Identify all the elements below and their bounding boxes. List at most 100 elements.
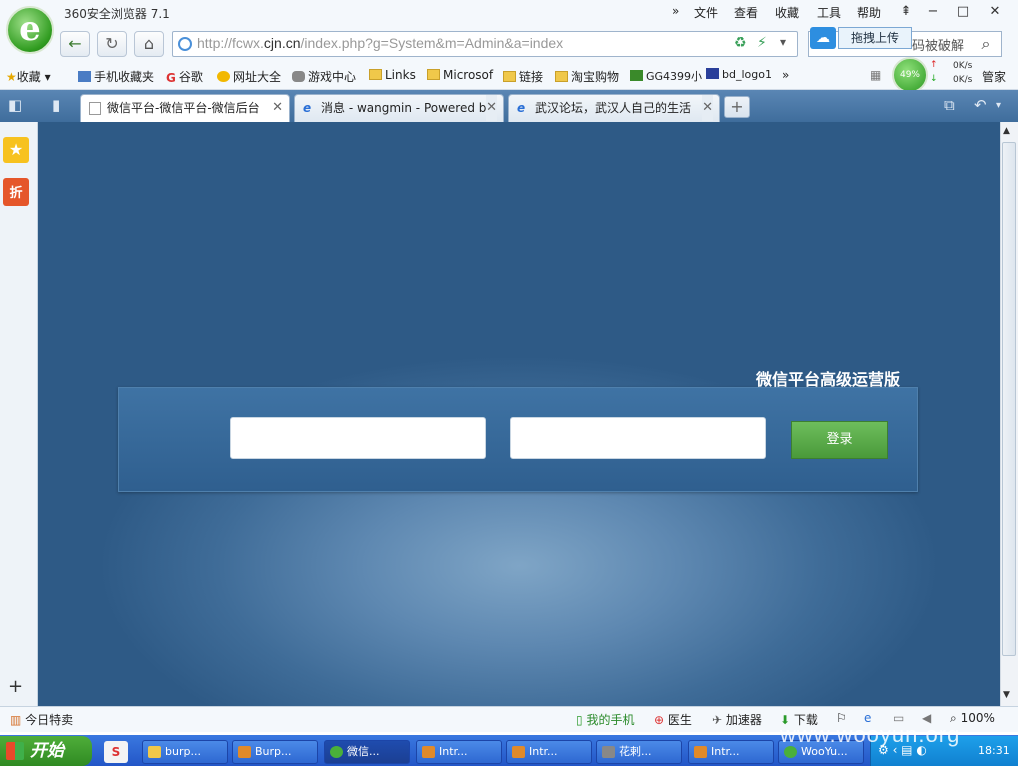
drag-upload-button[interactable]: 拖拽上传 — [838, 27, 912, 49]
bookmark-links[interactable]: Links — [369, 68, 416, 82]
phone-icon — [78, 71, 91, 82]
lightning-icon[interactable]: ⚡ — [757, 35, 767, 51]
back-button[interactable]: ← — [60, 31, 90, 57]
home-button[interactable]: ⌂ — [134, 31, 164, 57]
speed-ball[interactable]: 49% — [892, 57, 928, 93]
bookmark-microsoft[interactable]: Microsof — [427, 68, 493, 82]
gift-icon: ▥ — [10, 713, 22, 727]
folder-icon — [555, 71, 568, 82]
gamepad-icon — [292, 71, 305, 82]
folder-icon — [148, 746, 161, 758]
burp-icon — [238, 746, 251, 758]
bookmark-links-cn[interactable]: 链接 — [503, 68, 543, 85]
quicklaunch-icon[interactable]: S — [104, 741, 128, 763]
restore-tab-icon[interactable]: ⧉ — [944, 96, 955, 114]
search-icon[interactable]: ⌕ — [972, 32, 1000, 56]
scroll-down-icon[interactable]: ▼ — [1003, 690, 1010, 700]
taskbar-item[interactable]: Intr... — [506, 740, 592, 764]
my-phone[interactable]: ▯ 我的手机 — [576, 711, 634, 728]
site-icon — [178, 37, 192, 51]
upload-speed: 0K/s — [953, 61, 973, 71]
taskbar-item[interactable]: Intr... — [688, 740, 774, 764]
daily-deals[interactable]: ▥ 今日特卖 — [10, 711, 73, 728]
intruder-icon — [422, 746, 435, 758]
bookmark-4399[interactable]: GG4399小 — [630, 68, 702, 84]
google-icon: G — [166, 71, 176, 85]
bookmark-taobao[interactable]: 淘宝购物 — [555, 68, 619, 85]
minimize-button[interactable]: − — [922, 2, 944, 22]
folder-icon — [369, 69, 382, 80]
sale-icon[interactable]: 折 — [3, 178, 29, 206]
menu-view[interactable]: 查看 — [734, 4, 758, 21]
menu-help[interactable]: 帮助 — [857, 4, 881, 21]
tab-wuhan-forum[interactable]: e 武汉论坛，武汉人自己的生活 ✕ — [508, 94, 720, 122]
taskbar-item[interactable]: burp... — [142, 740, 228, 764]
clock: 18:31 — [978, 744, 1010, 757]
menu-more-icon[interactable]: » — [672, 4, 679, 18]
download-speed: 0K/s — [953, 75, 973, 85]
sidebar-toggle-icon[interactable]: ◧ — [8, 96, 22, 114]
phone-icon: ▯ — [576, 713, 583, 727]
taskbar-item[interactable]: Burp... — [232, 740, 318, 764]
bookmark-sites[interactable]: 网址大全 — [217, 68, 281, 85]
apps-grid-icon[interactable]: ▦ — [870, 68, 881, 82]
search-hint: 码被破解 — [912, 39, 965, 54]
add-sidebar-button[interactable]: + — [8, 676, 23, 697]
undo-close-icon[interactable]: ↶ — [974, 96, 987, 114]
bookmark-mobile[interactable]: 手机收藏夹 — [78, 68, 154, 85]
favorites-menu[interactable]: ★收藏 ▾ — [6, 68, 51, 85]
bookmark-bd-logo[interactable]: bd_logo1 — [706, 68, 772, 81]
tab-messages[interactable]: e 消息 - wangmin - Powered by ✕ — [294, 94, 504, 122]
url-dropdown-icon[interactable]: ▾ — [780, 35, 786, 49]
url-text[interactable]: http://fcwx.cjn.cn/index.php?g=System&m=… — [197, 35, 563, 51]
username-input[interactable] — [230, 417, 486, 459]
taskbar-item[interactable]: 微信... — [324, 740, 410, 764]
bookmark-games[interactable]: 游戏中心 — [292, 68, 356, 85]
tab-close-icon[interactable]: ✕ — [702, 95, 713, 121]
menu-file[interactable]: 文件 — [694, 4, 718, 21]
folder-icon — [427, 69, 440, 80]
favorites-star-icon[interactable]: ★ — [3, 137, 29, 163]
tab-list-icon[interactable]: ▮ — [52, 96, 60, 114]
refresh-button[interactable]: ↻ — [97, 31, 127, 57]
star-icon: ★ — [6, 70, 17, 84]
maximize-button[interactable]: □ — [952, 2, 974, 22]
network-icon — [602, 746, 615, 758]
game-site-icon — [630, 70, 643, 81]
accelerator[interactable]: ✈ 加速器 — [712, 711, 762, 728]
rocket-icon: ✈ — [712, 713, 723, 727]
menu-favorites[interactable]: 收藏 — [775, 4, 799, 21]
tab-close-icon[interactable]: ✕ — [272, 95, 283, 121]
login-button[interactable]: 登录 — [791, 421, 888, 459]
tab-wechat-admin[interactable]: 微信平台-微信平台-微信后台 ✕ — [80, 94, 290, 122]
scrollbar-thumb[interactable] — [1002, 142, 1016, 656]
download-arrow-icon: ↓ — [930, 74, 938, 84]
folder-icon — [503, 71, 516, 82]
taskbar-item[interactable]: 花剌... — [596, 740, 682, 764]
close-window-button[interactable]: ✕ — [984, 2, 1006, 22]
scroll-up-icon[interactable]: ▲ — [1003, 126, 1010, 136]
app-title: 360安全浏览器 7.1 — [64, 7, 170, 21]
left-sidebar — [0, 122, 38, 706]
tab-close-icon[interactable]: ✕ — [486, 95, 497, 121]
manager-link[interactable]: 管家 — [982, 68, 1006, 85]
intruder-icon — [512, 746, 525, 758]
paw-icon — [706, 68, 719, 79]
password-input[interactable] — [510, 417, 766, 459]
bookmarks-more[interactable]: » — [782, 68, 789, 82]
bookmark-google[interactable]: G 谷歌 — [166, 68, 203, 85]
intruder-icon — [694, 746, 707, 758]
pin-icon[interactable]: ⇞ — [895, 2, 917, 22]
windows-logo-icon — [6, 742, 24, 760]
tab-menu-icon[interactable]: ▾ — [996, 100, 1001, 111]
watermark: www.wooyun.org — [780, 722, 961, 747]
recycle-icon[interactable]: ♻ — [734, 35, 747, 51]
doctor[interactable]: ⊕ 医生 — [654, 711, 692, 728]
page-icon — [89, 102, 101, 115]
new-tab-button[interactable]: + — [724, 96, 750, 118]
menu-tools[interactable]: 工具 — [817, 4, 841, 21]
browser-logo-icon: e — [6, 6, 54, 54]
taskbar-item[interactable]: Intr... — [416, 740, 502, 764]
upload-arrow-icon: ↑ — [930, 60, 938, 70]
cloud-icon[interactable]: ☁ — [810, 27, 836, 49]
